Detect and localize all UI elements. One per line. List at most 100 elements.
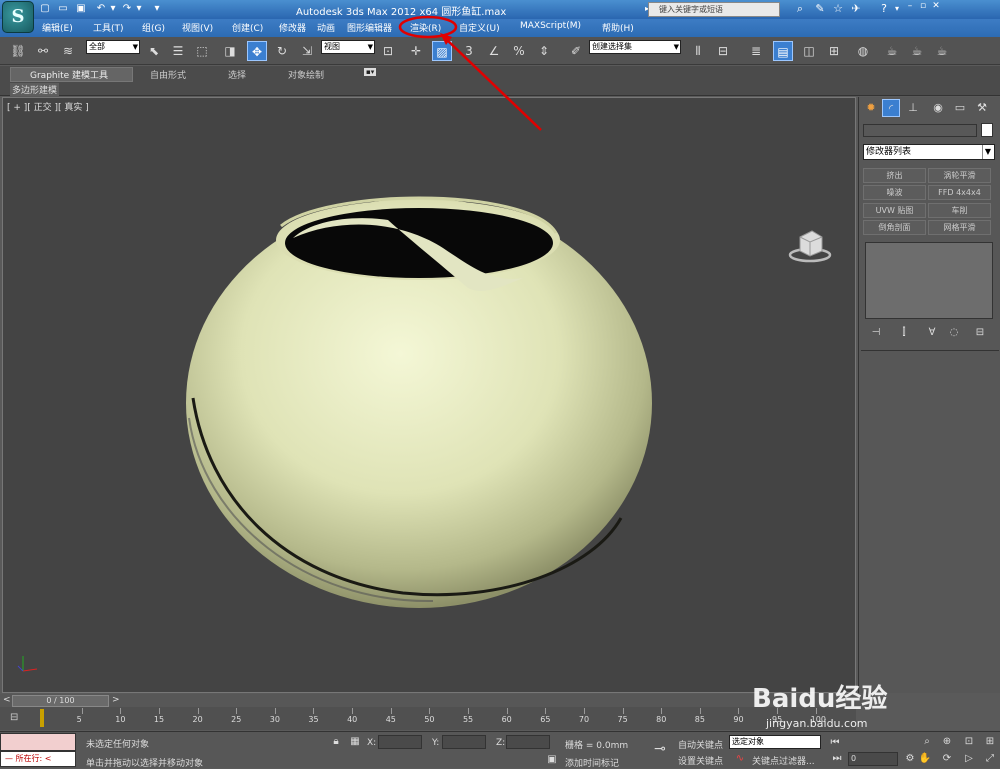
binoculars-icon[interactable]: ⌕ (793, 2, 807, 16)
modifier-stack-list[interactable] (865, 242, 993, 319)
zoom-extents-all-icon[interactable]: ⊞ (983, 735, 997, 749)
rectangular-selection-icon[interactable]: ⬚ (192, 41, 212, 61)
set-key-button[interactable]: 设置关键点 (678, 754, 723, 767)
time-slider[interactable]: < 0 / 100 > (0, 694, 856, 707)
zoom-all-icon[interactable]: ⊕ (940, 735, 954, 749)
communication-center-icon[interactable]: ✈ (849, 2, 863, 16)
utilities-tab-icon[interactable]: ⚒ (973, 99, 991, 117)
menu-maxscript[interactable]: MAXScript(M) (520, 21, 581, 31)
window-crossing-icon[interactable]: ◨ (220, 41, 240, 61)
open-file-icon[interactable]: ▭ (56, 2, 70, 16)
track-bar[interactable]: ⊟ 5 10 15 20 25 30 35 40 45 50 55 60 65 70 75 80 85 90 95 1… (0, 707, 856, 730)
rendered-frame-window-icon[interactable]: ☕ (907, 41, 927, 61)
modifier-list-dropdown[interactable]: 修改器列表 ▼ (863, 144, 995, 160)
menu-animation[interactable]: 动画 (317, 21, 335, 34)
set-key-icon[interactable]: ⊸ (650, 742, 670, 756)
remove-modifier-icon[interactable]: ◌ (947, 326, 961, 340)
go-to-start-icon[interactable]: ⏮ (828, 736, 842, 750)
x-coordinate-field[interactable] (378, 735, 422, 749)
selection-filter-dropdown[interactable]: 全部 ▼ (86, 40, 140, 54)
zoom-extents-icon[interactable]: ⊡ (962, 735, 976, 749)
render-setup-icon[interactable]: ☕ (882, 41, 902, 61)
maxscript-mini-output[interactable]: — 所在行: < (0, 751, 76, 767)
menu-create[interactable]: 创建(C) (232, 21, 263, 34)
modifier-extrude-button[interactable]: 挤出 (863, 168, 926, 183)
redo-dropdown-icon[interactable]: ▾ (132, 2, 146, 16)
pin-stack-icon[interactable]: ⊣ (869, 326, 883, 340)
close-button[interactable]: ✕ (931, 1, 941, 15)
percent-snap-icon[interactable]: % (509, 41, 529, 61)
perspective-viewport[interactable]: [ + ][ 正交 ][ 真实 ] (2, 97, 856, 693)
help-icon[interactable]: ? (877, 2, 891, 16)
modifier-turbosmooth-button[interactable]: 涡轮平滑 (928, 168, 991, 183)
show-end-result-icon[interactable]: ⫿ (897, 326, 911, 340)
key-mode-icon[interactable]: ∿ (733, 752, 747, 766)
time-config-icon[interactable]: ⚙ (903, 752, 917, 766)
current-frame-field[interactable]: 0 (848, 752, 898, 766)
mirror-icon[interactable]: ⫴ (688, 41, 708, 61)
selection-set-dropdown[interactable]: 选定对象 (729, 735, 821, 749)
fish-bowl-model[interactable] (186, 196, 652, 608)
select-and-move-icon[interactable]: ✥ (247, 41, 267, 61)
maxscript-listener-input[interactable] (0, 733, 76, 751)
add-time-tag-button[interactable]: 添加时间标记 (565, 756, 619, 769)
key-filters-button[interactable]: 关键点过滤器... (752, 754, 815, 767)
help-dropdown-icon[interactable]: ▾ (890, 2, 904, 16)
use-pivot-center-icon[interactable]: ⊡ (378, 41, 398, 61)
configure-modifier-sets-icon[interactable]: ⊟ (973, 326, 987, 340)
keyboard-shortcut-override-icon[interactable]: ▨ (432, 41, 452, 61)
modifier-lathe-button[interactable]: 车削 (928, 203, 991, 218)
menu-edit[interactable]: 编辑(E) (42, 21, 73, 34)
modifier-noise-button[interactable]: 噪波 (863, 185, 926, 200)
maximize-viewport-icon[interactable]: ⤢ (983, 752, 997, 766)
undo-dropdown-icon[interactable]: ▾ (106, 2, 120, 16)
ribbon-options-icon[interactable]: ▪▾ (364, 68, 377, 76)
time-cursor[interactable] (40, 709, 44, 727)
menu-modifiers[interactable]: 修改器 (279, 21, 306, 34)
time-slider-thumb[interactable]: 0 / 100 (12, 695, 109, 707)
menu-views[interactable]: 视图(V) (182, 21, 213, 34)
polygon-modeling-label[interactable]: 多边形建模 (10, 83, 60, 96)
snaps-toggle-icon[interactable]: 3 (459, 41, 479, 61)
tab-selection[interactable]: 选择 (228, 68, 246, 81)
zoom-icon[interactable]: ⌕ (920, 735, 934, 749)
pan-view-icon[interactable]: ✋ (918, 752, 932, 766)
curve-editor-icon[interactable]: ◫ (799, 41, 819, 61)
select-and-manipulate-icon[interactable]: ✛ (406, 41, 426, 61)
material-editor-icon[interactable]: ◍ (853, 41, 873, 61)
graphite-ribbon-toggle-icon[interactable]: ▤ (773, 41, 793, 61)
hierarchy-tab-icon[interactable]: ⊥ (904, 99, 922, 117)
mini-curve-editor-icon[interactable]: ⊟ (10, 712, 24, 724)
motion-tab-icon[interactable]: ◉ (929, 99, 947, 117)
named-selection-dropdown[interactable]: 创建选择集 ▼ (589, 40, 681, 54)
tab-object-paint[interactable]: 对象绘制 (288, 68, 324, 81)
edit-named-selection-icon[interactable]: ✐ (566, 41, 586, 61)
star-icon[interactable]: ☆ (831, 2, 845, 16)
reference-coordinate-dropdown[interactable]: 视图 ▼ (321, 40, 375, 54)
menu-graph-editors[interactable]: 图形编辑器 (347, 21, 392, 34)
time-slider-next-icon[interactable]: > (112, 695, 120, 705)
tab-graphite-modeling[interactable]: Graphite 建模工具 (30, 68, 108, 81)
tab-freeform[interactable]: 自由形式 (150, 68, 186, 81)
select-by-name-icon[interactable]: ☰ (168, 41, 188, 61)
bind-space-warp-icon[interactable]: ≋ (58, 41, 78, 61)
field-of-view-icon[interactable]: ▷ (962, 752, 976, 766)
search-input[interactable]: 键入关键字或短语 (648, 2, 780, 17)
key-mode-toggle-icon[interactable]: ⏭ (830, 752, 844, 766)
application-button[interactable]: S (2, 1, 34, 33)
viewcube[interactable] (788, 225, 833, 265)
spinner-snap-icon[interactable]: ⇕ (534, 41, 554, 61)
save-icon[interactable]: ▣ (74, 2, 88, 16)
orbit-icon[interactable]: ⟳ (940, 752, 954, 766)
angle-snap-icon[interactable]: ∠ (484, 41, 504, 61)
modifier-meshsmooth-button[interactable]: 网格平滑 (928, 220, 991, 235)
z-coordinate-field[interactable] (506, 735, 550, 749)
maximize-button[interactable]: ▫ (918, 1, 928, 15)
modifier-bevel-profile-button[interactable]: 倒角剖面 (863, 220, 926, 235)
make-unique-icon[interactable]: ∀ (925, 326, 939, 340)
menu-tools[interactable]: 工具(T) (93, 21, 124, 34)
unlink-icon[interactable]: ⚯ (33, 41, 53, 61)
modify-tab-icon[interactable]: ◜ (882, 99, 900, 117)
quick-access-dropdown-icon[interactable]: ▾ (150, 2, 164, 16)
select-and-rotate-icon[interactable]: ↻ (272, 41, 292, 61)
